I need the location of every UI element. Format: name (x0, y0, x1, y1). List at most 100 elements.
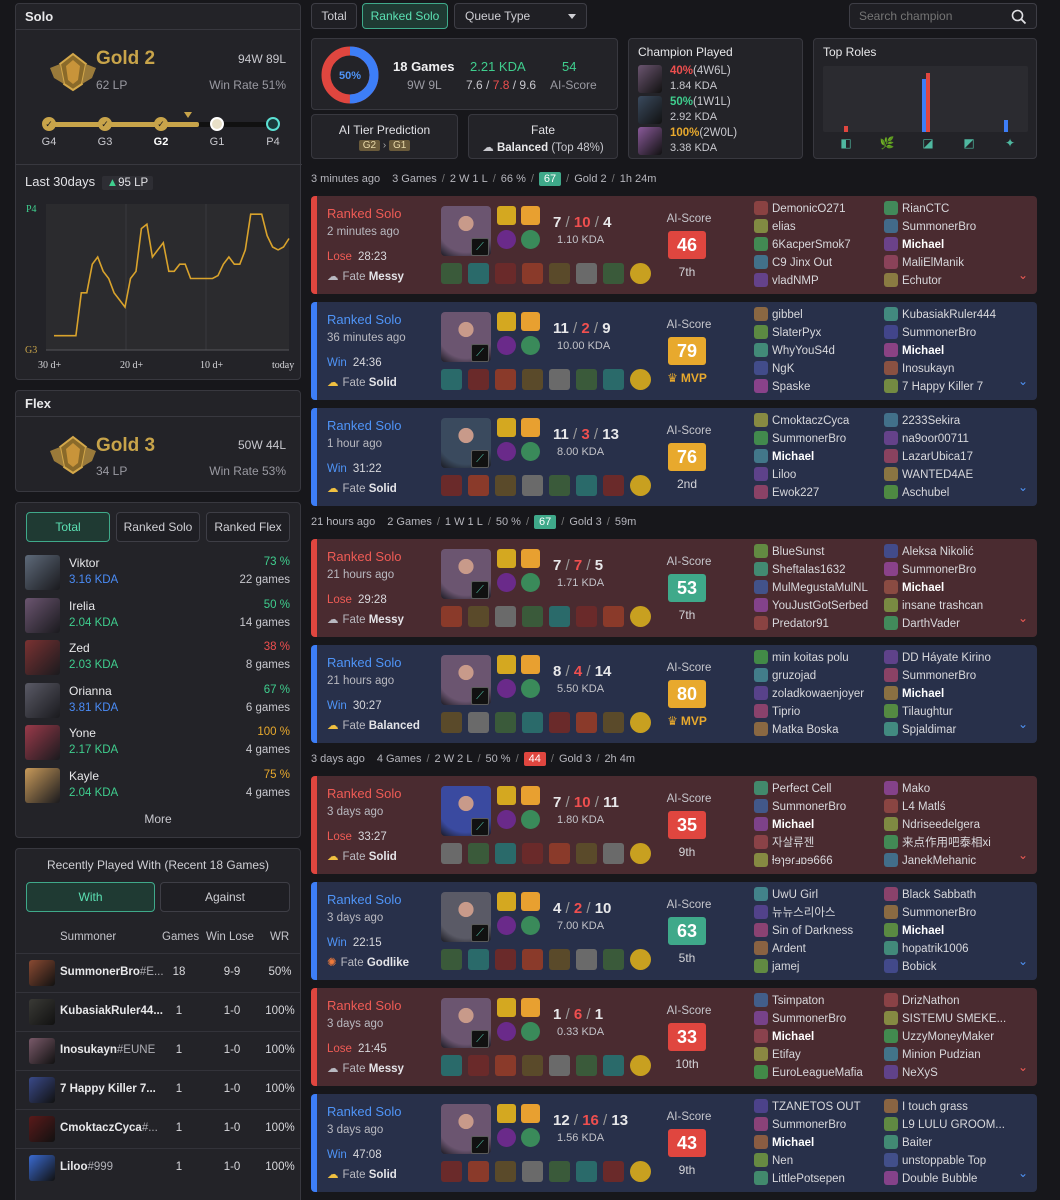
team-player[interactable]: Tilaughtur (884, 703, 1008, 721)
team-player[interactable]: 뉴뉴스리아스 (754, 904, 878, 922)
match-card[interactable]: Ranked Solo 21 hours ago Lose 29:28 ☁ Fate Me… (311, 539, 1037, 637)
team-player[interactable]: Michael (754, 1134, 878, 1152)
team-player[interactable]: 来点作用吧泰相xi (884, 834, 1008, 852)
team-player[interactable]: Michael (754, 448, 878, 466)
team-player[interactable]: SummonerBro (884, 904, 1008, 922)
summoner-name[interactable]: Liloo#999 (60, 1161, 164, 1173)
team-player[interactable]: vladNMP (754, 272, 878, 290)
team-player[interactable]: Ewok227 (754, 484, 878, 502)
team-player[interactable]: WANTED4AE (884, 466, 1008, 484)
team-player[interactable]: Michael (884, 579, 1008, 597)
summoner-name[interactable]: CmoktaczCyca#... (60, 1122, 164, 1134)
team-player[interactable]: Predator91 (754, 615, 878, 633)
team-player[interactable]: min koitas polu (754, 649, 878, 667)
team-player[interactable]: JanekMehanic (884, 852, 1008, 870)
recent-tab-against[interactable]: Against (160, 882, 290, 912)
team-player[interactable]: L4 Matlś (884, 798, 1008, 816)
team-player[interactable]: I touch grass (884, 1098, 1008, 1116)
expand-chevron-icon[interactable]: ⌄ (1018, 374, 1028, 388)
team-player[interactable]: insane trashcan (884, 597, 1008, 615)
team-player[interactable]: DD Háyate Kirino (884, 649, 1008, 667)
team-player[interactable]: Etifay (754, 1046, 878, 1064)
team-player[interactable]: Mako (884, 780, 1008, 798)
team-player[interactable]: CmoktaczCyca (754, 412, 878, 430)
match-card[interactable]: Ranked Solo 3 days ago Lose 33:27 ☁ Fate Soli… (311, 776, 1037, 874)
team-player[interactable]: Michael (884, 685, 1008, 703)
team-player[interactable]: NgK (754, 360, 878, 378)
team-player[interactable]: Ndriseedelgera (884, 816, 1008, 834)
recent-row[interactable]: Liloo#999 1 1-0 100% (16, 1148, 300, 1187)
team-player[interactable]: Spjaldimar (884, 721, 1008, 739)
team-player[interactable]: Inosukayn (884, 360, 1008, 378)
summoner-name[interactable]: SummonerBro#E... (60, 966, 164, 978)
champion-row[interactable]: Yone 2.17 KDA 100 % 4 games (16, 722, 300, 765)
team-player[interactable]: DarthVader (884, 615, 1008, 633)
team-player[interactable]: SummonerBro (754, 798, 878, 816)
expand-chevron-icon[interactable]: ⌄ (1018, 1060, 1028, 1074)
team-player[interactable]: Nen (754, 1152, 878, 1170)
team-player[interactable]: SummonerBro (884, 561, 1008, 579)
team-player[interactable]: jamej (754, 958, 878, 976)
team-player[interactable]: zoladkowaenjoyer (754, 685, 878, 703)
team-player[interactable]: Perfect Cell (754, 780, 878, 798)
team-player[interactable]: MaliElManik (884, 254, 1008, 272)
match-card[interactable]: Ranked Solo 21 hours ago Win 30:27 ☁ Fate Bal… (311, 645, 1037, 743)
team-player[interactable]: gruzojad (754, 667, 878, 685)
team-player[interactable]: Sheftalas1632 (754, 561, 878, 579)
expand-chevron-icon[interactable]: ⌄ (1018, 954, 1028, 968)
match-card[interactable]: Ranked Solo 3 days ago Win 47:08 ☁ Fate Solid… (311, 1094, 1037, 1192)
team-player[interactable]: Double Bubble (884, 1170, 1008, 1188)
expand-chevron-icon[interactable]: ⌄ (1018, 848, 1028, 862)
team-player[interactable]: NeXyS (884, 1064, 1008, 1082)
team-player[interactable]: Echutor (884, 272, 1008, 290)
team-player[interactable]: UwU Girl (754, 886, 878, 904)
recent-row[interactable]: Inosukayn#EUNE 1 1-0 100% (16, 1031, 300, 1070)
champion-row[interactable]: Viktor 3.16 KDA 73 % 22 games (16, 552, 300, 595)
expand-chevron-icon[interactable]: ⌄ (1018, 717, 1028, 731)
champion-row[interactable]: Orianna 3.81 KDA 67 % 6 games (16, 680, 300, 723)
summoner-name[interactable]: KubasiakRuler44... (60, 1005, 164, 1017)
team-player[interactable]: Spaske (754, 378, 878, 396)
match-card[interactable]: Ranked Solo 1 hour ago Win 31:22 ☁ Fate Solid… (311, 408, 1037, 506)
recent-row[interactable]: KubasiakRuler44... 1 1-0 100% (16, 992, 300, 1031)
team-player[interactable]: Tiprio (754, 703, 878, 721)
team-player[interactable]: Michael (884, 236, 1008, 254)
team-player[interactable]: 7 Happy Killer 7 (884, 378, 1008, 396)
champ-tab-ranked-flex[interactable]: Ranked Flex (206, 512, 290, 542)
recent-row[interactable]: 7 Happy Killer 7... 1 1-0 100% (16, 1070, 300, 1109)
team-player[interactable]: hopatrik1006 (884, 940, 1008, 958)
team-player[interactable]: SummonerBro (884, 324, 1008, 342)
team-player[interactable]: Black Sabbath (884, 886, 1008, 904)
search-input[interactable] (859, 9, 1009, 23)
summoner-name[interactable]: 7 Happy Killer 7... (60, 1083, 164, 1095)
champion-row[interactable]: Irelia 2.04 KDA 50 % 14 games (16, 595, 300, 638)
team-player[interactable]: YouJustGotSerbed (754, 597, 878, 615)
team-player[interactable]: SummonerBro (754, 430, 878, 448)
team-player[interactable]: C9 Jinx Out (754, 254, 878, 272)
team-player[interactable]: TZANETOS OUT (754, 1098, 878, 1116)
team-player[interactable]: RianCTC (884, 200, 1008, 218)
team-player[interactable]: SummonerBro (884, 667, 1008, 685)
recent-tab-with[interactable]: With (26, 882, 155, 912)
champ-tab-ranked-solo[interactable]: Ranked Solo (116, 512, 200, 542)
team-player[interactable]: elias (754, 218, 878, 236)
team-player[interactable]: Minion Pudzian (884, 1046, 1008, 1064)
expand-chevron-icon[interactable]: ⌄ (1018, 611, 1028, 625)
team-player[interactable]: BlueSunst (754, 543, 878, 561)
team-player[interactable]: LittlePotsepen (754, 1170, 878, 1188)
team-player[interactable]: Michael (754, 816, 878, 834)
team-player[interactable]: SISTEMU SMEKE... (884, 1010, 1008, 1028)
tab-ranked-solo[interactable]: Ranked Solo (362, 3, 448, 29)
match-card[interactable]: Ranked Solo 36 minutes ago Win 24:36 ☁ Fate S… (311, 302, 1037, 400)
team-player[interactable]: L9 LULU GROOM... (884, 1116, 1008, 1134)
match-card[interactable]: Ranked Solo 3 days ago Win 22:15 ✺ Fate Godli… (311, 882, 1037, 980)
team-player[interactable]: 자살류젠 (754, 834, 878, 852)
team-player[interactable]: Matka Boska (754, 721, 878, 739)
team-player[interactable]: SlaterPyx (754, 324, 878, 342)
team-player[interactable]: KubasiakRuler444 (884, 306, 1008, 324)
team-player[interactable]: Aleksa Nikolić (884, 543, 1008, 561)
team-player[interactable]: gibbel (754, 306, 878, 324)
team-player[interactable]: SummonerBro (754, 1116, 878, 1134)
team-player[interactable]: WhyYouS4d (754, 342, 878, 360)
team-player[interactable]: SummonerBro (754, 1010, 878, 1028)
